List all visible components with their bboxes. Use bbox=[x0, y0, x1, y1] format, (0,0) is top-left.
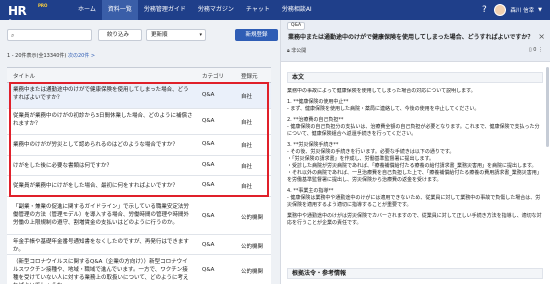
header-category[interactable]: カテゴリ bbox=[202, 72, 224, 80]
bookmark-count[interactable]: ▯ 0 ⋮ bbox=[529, 47, 543, 53]
chevron-down-icon[interactable]: ▼ bbox=[538, 7, 542, 13]
filter-button-label: 絞り込み bbox=[107, 32, 130, 38]
table-row[interactable]: 年金手帳や基礎年金番号通知書をなくしたのですが、再発行はできますか。 Q&A 公… bbox=[7, 235, 271, 255]
nav-documents[interactable]: 資料一覧 bbox=[101, 0, 138, 20]
row-title: （新型コロナウイルスに関するQ&A（企業の方向け））新型コロナウイルスワクチン接… bbox=[13, 259, 189, 284]
highlight-box bbox=[9, 82, 269, 197]
body-paragraph: 1. **健康保険の使用中止** bbox=[287, 99, 349, 105]
body-paragraph: ・それ以外の病院であれば、一旦治療費を自己負担した上で、「療養補償給付たる療養の… bbox=[287, 170, 542, 183]
detail-title: 業務中または通勤途中のけがで健康保険を使用してしまった場合、どうすればよいですか… bbox=[288, 34, 534, 41]
logo-pro-badge: PRO bbox=[38, 3, 48, 8]
body-paragraph: 2. **治療費の自己負担** bbox=[287, 117, 344, 123]
result-count: 1 - 20件表示(全13340件) 次の20件 > bbox=[7, 52, 95, 59]
row-category: Q&A bbox=[202, 242, 215, 248]
sort-select-value: 更新順 bbox=[151, 32, 168, 38]
detail-header: Q&A 業務中または通勤途中のけがで健康保険を使用してしまった場合、どうすればよ… bbox=[281, 20, 550, 62]
sort-select[interactable]: 更新順 ▾ bbox=[146, 29, 206, 41]
top-header: HR base PRO ホーム 資料一覧 労務管理ガイド 労務マガジン チャット… bbox=[0, 0, 550, 32]
section-body-header[interactable]: 本文 bbox=[287, 72, 543, 83]
detail-body: 業務中の事故によって健康保険を使用してしまった場合の対応について説明します。 1… bbox=[287, 88, 543, 256]
search-input[interactable]: ⌕ bbox=[7, 29, 92, 41]
header-right: ? 森川 信幸 ▼ bbox=[478, 4, 542, 16]
nav-labor-guide[interactable]: 労務管理ガイド bbox=[138, 0, 192, 20]
main-nav: ホーム 資料一覧 労務管理ガイド 労務マガジン チャット 労務相談AI bbox=[72, 0, 318, 20]
table-row[interactable]: 「副業・兼業の促進に関するガイドライン」で示している職業安定法労働管理の方法（管… bbox=[7, 197, 271, 235]
category-badge: Q&A bbox=[287, 22, 306, 30]
document-list-panel: ⌕ 絞り込み 更新順 ▾ 新規登録 1 - 20件表示(全13340件) 次の2… bbox=[0, 20, 278, 284]
list-toolbar: ⌕ 絞り込み 更新順 ▾ 新規登録 bbox=[7, 29, 278, 41]
logo[interactable]: HR base PRO bbox=[8, 2, 52, 32]
body-paragraph: - その後、労災保険の手続きを行います。必要な手続きは以下の通りです。 bbox=[287, 149, 455, 155]
nav-labor-ai[interactable]: 労務相談AI bbox=[276, 0, 318, 20]
table-row[interactable]: （新型コロナウイルスに関するQ&A（企業の方向け））新型コロナウイルスワクチン接… bbox=[7, 255, 271, 284]
visibility-status: 🔒︎ 非公開 bbox=[287, 47, 306, 54]
table-header: タイトル カテゴリ 登録元 bbox=[7, 68, 271, 83]
header-title[interactable]: タイトル bbox=[13, 72, 35, 80]
result-count-text: 1 - 20件表示(全13340件) bbox=[7, 53, 67, 59]
help-icon[interactable]: ? bbox=[478, 4, 490, 16]
scrollbar[interactable] bbox=[546, 67, 549, 147]
body-paragraph: - 健康保険は業務中や通勤途中のけがには適用できないため、従業員に対して業務中の… bbox=[287, 195, 541, 208]
body-paragraph: 4. **事業主の指導** bbox=[287, 188, 334, 194]
row-owner: 公的機関 bbox=[241, 215, 264, 221]
user-name[interactable]: 森川 信幸 bbox=[510, 6, 534, 14]
nav-home[interactable]: ホーム bbox=[72, 0, 102, 20]
close-icon[interactable]: × bbox=[538, 32, 545, 41]
body-paragraph: 業務中や通勤途中のけがは労災保険でカバーされますので、従業員に対して正しい手続き… bbox=[287, 213, 542, 226]
row-owner: 公的機関 bbox=[241, 244, 264, 250]
avatar[interactable] bbox=[494, 4, 507, 16]
row-title: 「副業・兼業の促進に関するガイドライン」で示している職業安定法労働管理の方法（管… bbox=[13, 204, 190, 226]
section-refs-header[interactable]: 根拠法令・参考情報 bbox=[287, 268, 543, 279]
body-paragraph: ・「労災保険の請求書」を作成し、労働基準監督署に提出します。 bbox=[287, 156, 435, 162]
search-icon: ⌕ bbox=[11, 32, 15, 39]
section-refs-label: 根拠法令・参考情報 bbox=[292, 270, 347, 277]
bookmark-icon: ▯ bbox=[528, 47, 532, 53]
next-page-link[interactable]: 次の20件 > bbox=[68, 53, 95, 59]
visibility-label: 非公開 bbox=[291, 48, 307, 54]
document-detail-panel: Q&A 業務中または通勤途中のけがで健康保険を使用してしまった場合、どうすればよ… bbox=[280, 20, 550, 284]
row-category: Q&A bbox=[202, 213, 215, 219]
body-paragraph: 業務中の事故によって健康保険を使用してしまった場合の対応について説明します。 bbox=[287, 88, 476, 94]
row-owner: 公的機関 bbox=[241, 269, 264, 275]
new-register-button[interactable]: 新規登録 bbox=[235, 29, 278, 41]
body-paragraph: ・受診した病院が労災病院であれば、「療養補償給付たる療養の給付請求書_業務災害用… bbox=[287, 163, 537, 169]
body-paragraph: 3. **労災保険手続き** bbox=[287, 142, 339, 148]
nav-chat[interactable]: チャット bbox=[240, 0, 276, 20]
lock-icon: 🔒︎ bbox=[287, 48, 290, 54]
body-paragraph: - まず、健康保険を使用した病院・薬局に連絡して、今後の使用を中止してください。 bbox=[287, 106, 480, 112]
document-table: タイトル カテゴリ 登録元 業務中または通勤途中のけがで健康保険を使用してしまっ… bbox=[7, 67, 271, 284]
bookmark-count-value: 0 bbox=[533, 47, 537, 53]
header-owner[interactable]: 登録元 bbox=[241, 72, 258, 80]
body-paragraph: - 健康保険の自己負担分の支払いは、治療費全額の自己負担が必要となります。これま… bbox=[287, 124, 540, 137]
chevron-down-icon: ▾ bbox=[199, 32, 202, 38]
row-category: Q&A bbox=[202, 267, 215, 273]
nav-labor-magazine[interactable]: 労務マガジン bbox=[192, 0, 240, 20]
filter-button[interactable]: 絞り込み bbox=[98, 29, 142, 41]
row-title: 年金手帳や基礎年金番号通知書をなくしたのですが、再発行はできますか。 bbox=[13, 239, 189, 253]
more-icon[interactable]: ⋮ bbox=[538, 47, 543, 53]
section-body-label: 本文 bbox=[292, 74, 305, 81]
